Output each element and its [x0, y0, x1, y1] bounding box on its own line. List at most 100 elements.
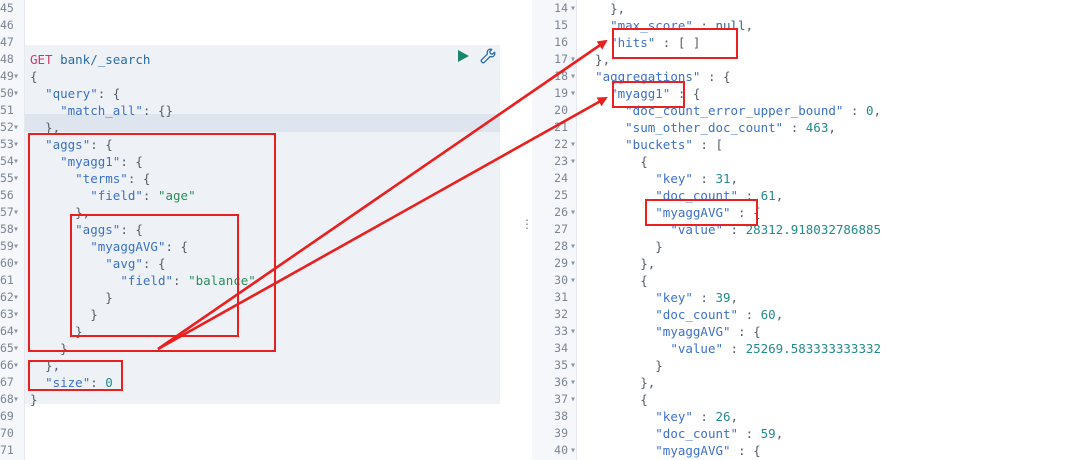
line-number: 23 [554, 154, 568, 168]
code-text: "avg": { [105, 256, 166, 271]
fold-toggle-icon[interactable]: ▾ [13, 238, 19, 255]
code-text: "sum_other_doc_count" : 463, [625, 120, 836, 135]
code-text: } [580, 239, 663, 254]
line-number: 33 [554, 324, 568, 338]
fold-toggle-icon[interactable]: ▾ [570, 323, 576, 340]
line-number: 50 [0, 86, 14, 100]
fold-toggle-icon[interactable]: ▾ [13, 85, 19, 102]
fold-toggle-icon[interactable]: ▾ [570, 442, 576, 459]
line-number: 39 [554, 426, 568, 440]
code-text: "key" : 26, [655, 409, 739, 424]
code-text: "aggs": { [75, 222, 143, 237]
line-number: 35 [554, 358, 568, 372]
code-text: } [30, 392, 38, 407]
fold-toggle-icon[interactable]: ▾ [570, 374, 576, 391]
code-text: }, [580, 256, 656, 271]
line-number: 58 [0, 222, 14, 236]
line-number: 16 [554, 35, 568, 49]
line-number: 71 [0, 443, 14, 457]
code-text: }, [30, 358, 61, 373]
line-number: 69 [0, 409, 14, 423]
line-number: 19 [554, 86, 568, 100]
code-text: }, [580, 52, 611, 67]
code-text: "myaggAVG" : { [655, 205, 761, 220]
code-text: "doc_count" : 60, [655, 307, 784, 322]
code-text: GET bank/_search [30, 52, 151, 67]
fold-toggle-icon[interactable]: ▾ [570, 136, 576, 153]
line-number: 31 [554, 290, 568, 304]
fold-toggle-icon[interactable]: ▾ [13, 391, 19, 408]
line-number: 46 [0, 18, 14, 32]
fold-toggle-icon[interactable]: ▾ [570, 0, 576, 17]
code-text: "myaggAVG": { [90, 239, 189, 254]
fold-toggle-icon[interactable]: ▾ [570, 204, 576, 221]
code-text: "value" : 25269.583333333332 [670, 341, 882, 356]
line-number: 67 [0, 375, 14, 389]
line-number: 45 [0, 1, 14, 15]
code-text: } [30, 307, 98, 322]
fold-toggle-icon[interactable]: ▾ [13, 136, 19, 153]
fold-toggle-icon[interactable]: ▾ [13, 306, 19, 323]
code-text: "key" : 31, [655, 171, 739, 186]
pane-resize-handle[interactable]: ⋮ [521, 216, 533, 232]
line-number: 48 [0, 52, 14, 66]
code-text: "query": { [45, 86, 121, 101]
code-text: "field": "balance" [120, 273, 256, 288]
code-text: "match_all": {} [60, 103, 174, 118]
fold-toggle-icon[interactable]: ▾ [13, 221, 19, 238]
code-text: "size": 0 [45, 375, 113, 390]
fold-toggle-icon[interactable]: ▾ [13, 323, 19, 340]
line-number: 26 [554, 205, 568, 219]
code-text: "aggs": { [45, 137, 113, 152]
wrench-icon[interactable] [480, 48, 496, 64]
fold-toggle-icon[interactable]: ▾ [13, 204, 19, 221]
fold-toggle-icon[interactable]: ▾ [13, 119, 19, 136]
fold-toggle-icon[interactable]: ▾ [570, 272, 576, 289]
fold-toggle-icon[interactable]: ▾ [570, 51, 576, 68]
fold-toggle-icon[interactable]: ▾ [570, 357, 576, 374]
fold-toggle-icon[interactable]: ▾ [13, 153, 19, 170]
fold-toggle-icon[interactable]: ▾ [13, 357, 19, 374]
line-number: 53 [0, 137, 14, 151]
code-text: { [30, 69, 38, 84]
play-icon[interactable] [455, 48, 471, 64]
fold-toggle-icon[interactable]: ▾ [570, 85, 576, 102]
code-text: "aggregations" : { [595, 69, 731, 84]
fold-toggle-icon[interactable]: ▾ [570, 255, 576, 272]
line-number: 63 [0, 307, 14, 321]
line-number: 22 [554, 137, 568, 151]
code-text: "value" : 28312.918032786885 [670, 222, 882, 237]
code-text: "myagg1" : { [610, 86, 701, 101]
code-text: "doc_count" : 61, [655, 188, 784, 203]
line-number: 59 [0, 239, 14, 253]
request-editor[interactable]: 45 46 47 48 GET bank/_search 49 ▾{50 ▾ "query":… [0, 0, 512, 460]
line-number: 40 [554, 443, 568, 457]
line-number: 65 [0, 341, 14, 355]
fold-toggle-icon[interactable]: ▾ [13, 289, 19, 306]
line-number: 37 [554, 392, 568, 406]
fold-toggle-icon[interactable]: ▾ [13, 340, 19, 357]
line-number: 25 [554, 188, 568, 202]
code-text: { [580, 273, 648, 288]
code-text: { [580, 154, 648, 169]
fold-toggle-icon[interactable]: ▾ [570, 153, 576, 170]
code-text: "key" : 39, [655, 290, 739, 305]
line-number: 56 [0, 188, 14, 202]
line-number: 66 [0, 358, 14, 372]
code-text: }, [580, 1, 626, 16]
line-number: 61 [0, 273, 14, 287]
code-text: "doc_count_error_upper_bound" : 0, [625, 103, 882, 118]
line-number: 60 [0, 256, 14, 270]
fold-toggle-icon[interactable]: ▾ [570, 68, 576, 85]
line-number: 64 [0, 324, 14, 338]
line-number: 54 [0, 154, 14, 168]
line-number: 18 [554, 69, 568, 83]
fold-toggle-icon[interactable]: ▾ [570, 238, 576, 255]
fold-toggle-icon[interactable]: ▾ [570, 391, 576, 408]
line-number: 38 [554, 409, 568, 423]
fold-toggle-icon[interactable]: ▾ [13, 255, 19, 272]
code-text: } [580, 358, 663, 373]
fold-toggle-icon[interactable]: ▾ [13, 68, 19, 85]
fold-toggle-icon[interactable]: ▾ [13, 170, 19, 187]
line-number: 70 [0, 426, 14, 440]
